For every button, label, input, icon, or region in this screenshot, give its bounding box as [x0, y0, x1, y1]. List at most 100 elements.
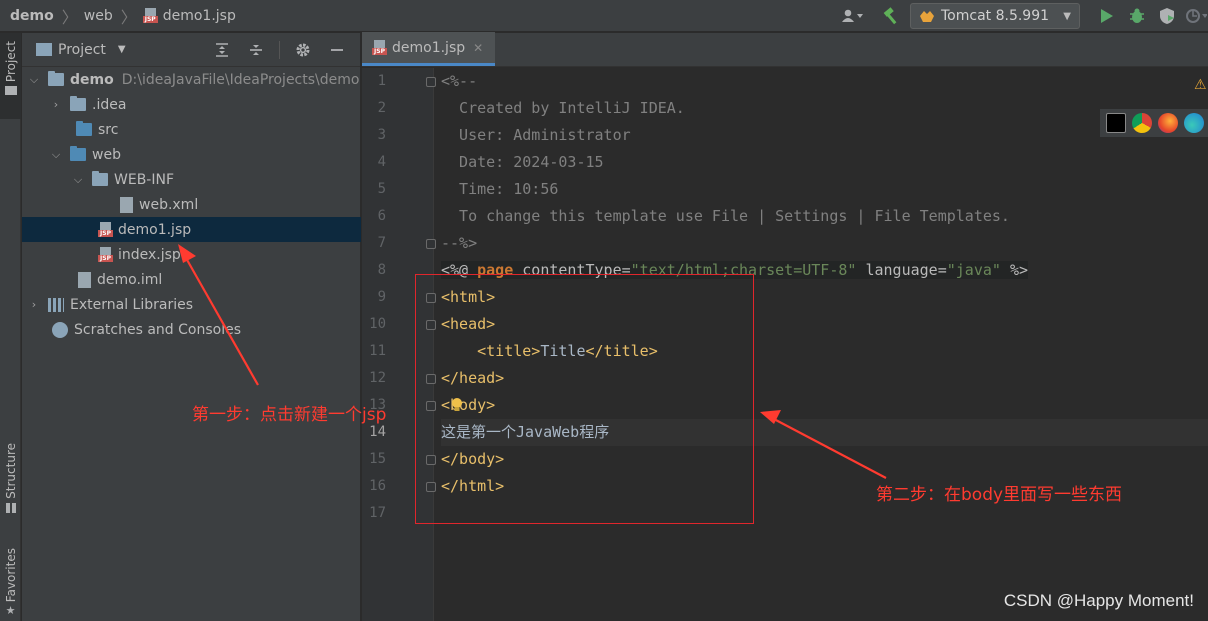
user-account-icon[interactable] — [840, 3, 866, 29]
profiler-icon[interactable] — [1184, 3, 1208, 29]
open-in-browser-bar — [1100, 109, 1208, 137]
watermark: CSDN @Happy Moment! — [1003, 591, 1194, 610]
line-number: 7 — [377, 235, 386, 251]
line-number: 1 — [377, 73, 386, 89]
project-panel-title[interactable]: Project — [58, 42, 106, 58]
tree-item-demo-iml[interactable]: demo.iml — [22, 267, 361, 292]
collapse-all-icon[interactable] — [239, 33, 273, 67]
tree-item-demo[interactable]: ⌵ demo D:\ideaJavaFile\IdeaProjects\demo — [22, 67, 361, 92]
left-tool-stripe: Project Structure Favorites ★ — [0, 33, 21, 621]
gear-icon[interactable] — [286, 33, 320, 67]
tree-item-path: D:\ideaJavaFile\IdeaProjects\demo — [121, 71, 360, 88]
warning-icon[interactable]: ⚠ — [1194, 77, 1207, 93]
run-icon[interactable] — [1094, 3, 1120, 29]
folder-icon — [4, 86, 17, 96]
project-panel: Project ▼ ⌵ demo D:\ideaJavaFile\IdeaPro… — [22, 33, 361, 621]
line-number: 12 — [369, 370, 386, 386]
breadcrumb-project[interactable]: demo — [0, 0, 54, 32]
chevron-right-icon[interactable]: › — [48, 98, 64, 111]
tree-item-label: src — [98, 121, 119, 138]
coverage-icon[interactable] — [1154, 3, 1180, 29]
hide-panel-icon[interactable] — [320, 33, 354, 67]
source-folder-icon — [76, 121, 92, 136]
code-line: Date: 2024-03-15 — [441, 153, 604, 171]
intellij-browser-icon[interactable] — [1106, 113, 1126, 133]
structure-tool-tab[interactable]: Structure — [0, 443, 21, 533]
tree-item-external-libraries[interactable]: › External Libraries — [22, 292, 361, 317]
tree-item-label: .idea — [92, 96, 127, 113]
firefox-icon[interactable] — [1158, 113, 1178, 133]
code-line: Time: 10:56 — [441, 180, 559, 198]
tree-item-label: demo1.jsp — [118, 221, 192, 238]
breadcrumb-separator: 〉 — [61, 7, 78, 27]
web-folder-icon — [70, 146, 86, 161]
breadcrumb-separator: 〉 — [120, 7, 137, 27]
chevron-down-icon[interactable]: ⌵ — [26, 73, 42, 87]
annotation-step1: 第一步：点击新建一个jsp — [192, 405, 387, 425]
tree-item-label: demo — [70, 71, 114, 88]
module-folder-icon — [48, 71, 64, 86]
structure-icon — [5, 502, 16, 513]
tree-item-web-inf[interactable]: ⌵ WEB-INF — [22, 167, 361, 192]
chevron-down-icon[interactable]: ▼ — [118, 44, 126, 55]
highlight-box — [415, 274, 754, 524]
tree-item-idea[interactable]: › .idea — [22, 92, 361, 117]
debug-icon[interactable] — [1124, 3, 1150, 29]
fold-marker-icon[interactable] — [426, 77, 436, 87]
tree-item-label: web.xml — [139, 196, 199, 213]
tree-item-index-jsp[interactable]: JSP index.jsp — [22, 242, 361, 267]
close-icon[interactable]: ✕ — [473, 41, 483, 55]
tree-item-label: Scratches and Consoles — [74, 321, 241, 338]
chevron-right-icon[interactable]: › — [26, 298, 42, 311]
tree-item-scratches[interactable]: Scratches and Consoles — [22, 317, 361, 342]
code-line: To change this template use File | Setti… — [441, 207, 1010, 225]
tree-item-label: External Libraries — [70, 296, 193, 313]
line-number: 15 — [369, 451, 386, 467]
line-number: 17 — [369, 505, 386, 521]
breadcrumb-folder[interactable]: web — [84, 0, 113, 32]
iml-file-icon — [78, 271, 91, 288]
folder-icon — [70, 96, 86, 111]
chevron-down-icon[interactable]: ⌵ — [48, 148, 64, 162]
fold-marker-icon[interactable] — [426, 239, 436, 249]
tab-demo1-jsp[interactable]: JSP demo1.jsp ✕ — [362, 32, 496, 66]
code-line: Created by IntelliJ IDEA. — [441, 99, 685, 117]
expand-all-icon[interactable] — [205, 33, 239, 67]
run-config-label: Tomcat 8.5.991 — [941, 8, 1050, 24]
line-number: 3 — [377, 127, 386, 143]
folder-icon — [92, 171, 108, 186]
annotation-step2: 第二步：在body里面写一些东西 — [876, 485, 1123, 505]
tab-label: demo1.jsp — [392, 39, 466, 56]
jsp-file-icon: JSP — [98, 222, 113, 237]
libraries-icon — [48, 297, 64, 312]
edge-icon[interactable] — [1184, 113, 1204, 133]
project-tab-label: Project — [3, 41, 18, 83]
run-configuration-select[interactable]: Tomcat 8.5.991 ▼ — [910, 3, 1080, 29]
code-line: <%-- — [441, 72, 478, 90]
project-tool-tab[interactable]: Project — [0, 33, 21, 119]
line-number: 10 — [369, 316, 386, 332]
tree-item-src[interactable]: src — [22, 117, 361, 142]
structure-tab-label: Structure — [3, 443, 18, 499]
line-number: 6 — [377, 208, 386, 224]
tree-item-demo1-jsp[interactable]: JSP demo1.jsp — [22, 217, 361, 242]
tree-item-web[interactable]: ⌵ web — [22, 142, 361, 167]
line-number: 2 — [377, 100, 386, 116]
breadcrumb-file[interactable]: JSP demo1.jsp — [142, 0, 236, 32]
star-icon: ★ — [5, 604, 16, 618]
xml-file-icon — [120, 196, 133, 213]
line-number: 5 — [377, 181, 386, 197]
code-line: User: Administrator — [441, 126, 631, 144]
jsp-file-icon: JSP — [372, 40, 387, 55]
chrome-icon[interactable] — [1132, 113, 1152, 133]
tree-item-label: demo.iml — [97, 271, 163, 288]
chevron-down-icon: ▼ — [1063, 10, 1071, 22]
build-hammer-icon[interactable] — [878, 3, 904, 29]
jsp-file-icon: JSP — [142, 8, 158, 23]
editor-tabs: JSP demo1.jsp ✕ — [362, 32, 1208, 67]
chevron-down-icon[interactable]: ⌵ — [70, 173, 86, 187]
scratches-icon — [52, 321, 68, 338]
favorites-tool-tab[interactable]: Favorites ★ — [0, 548, 21, 621]
tree-item-label: index.jsp — [118, 246, 181, 263]
tree-item-web-xml[interactable]: web.xml — [22, 192, 361, 217]
